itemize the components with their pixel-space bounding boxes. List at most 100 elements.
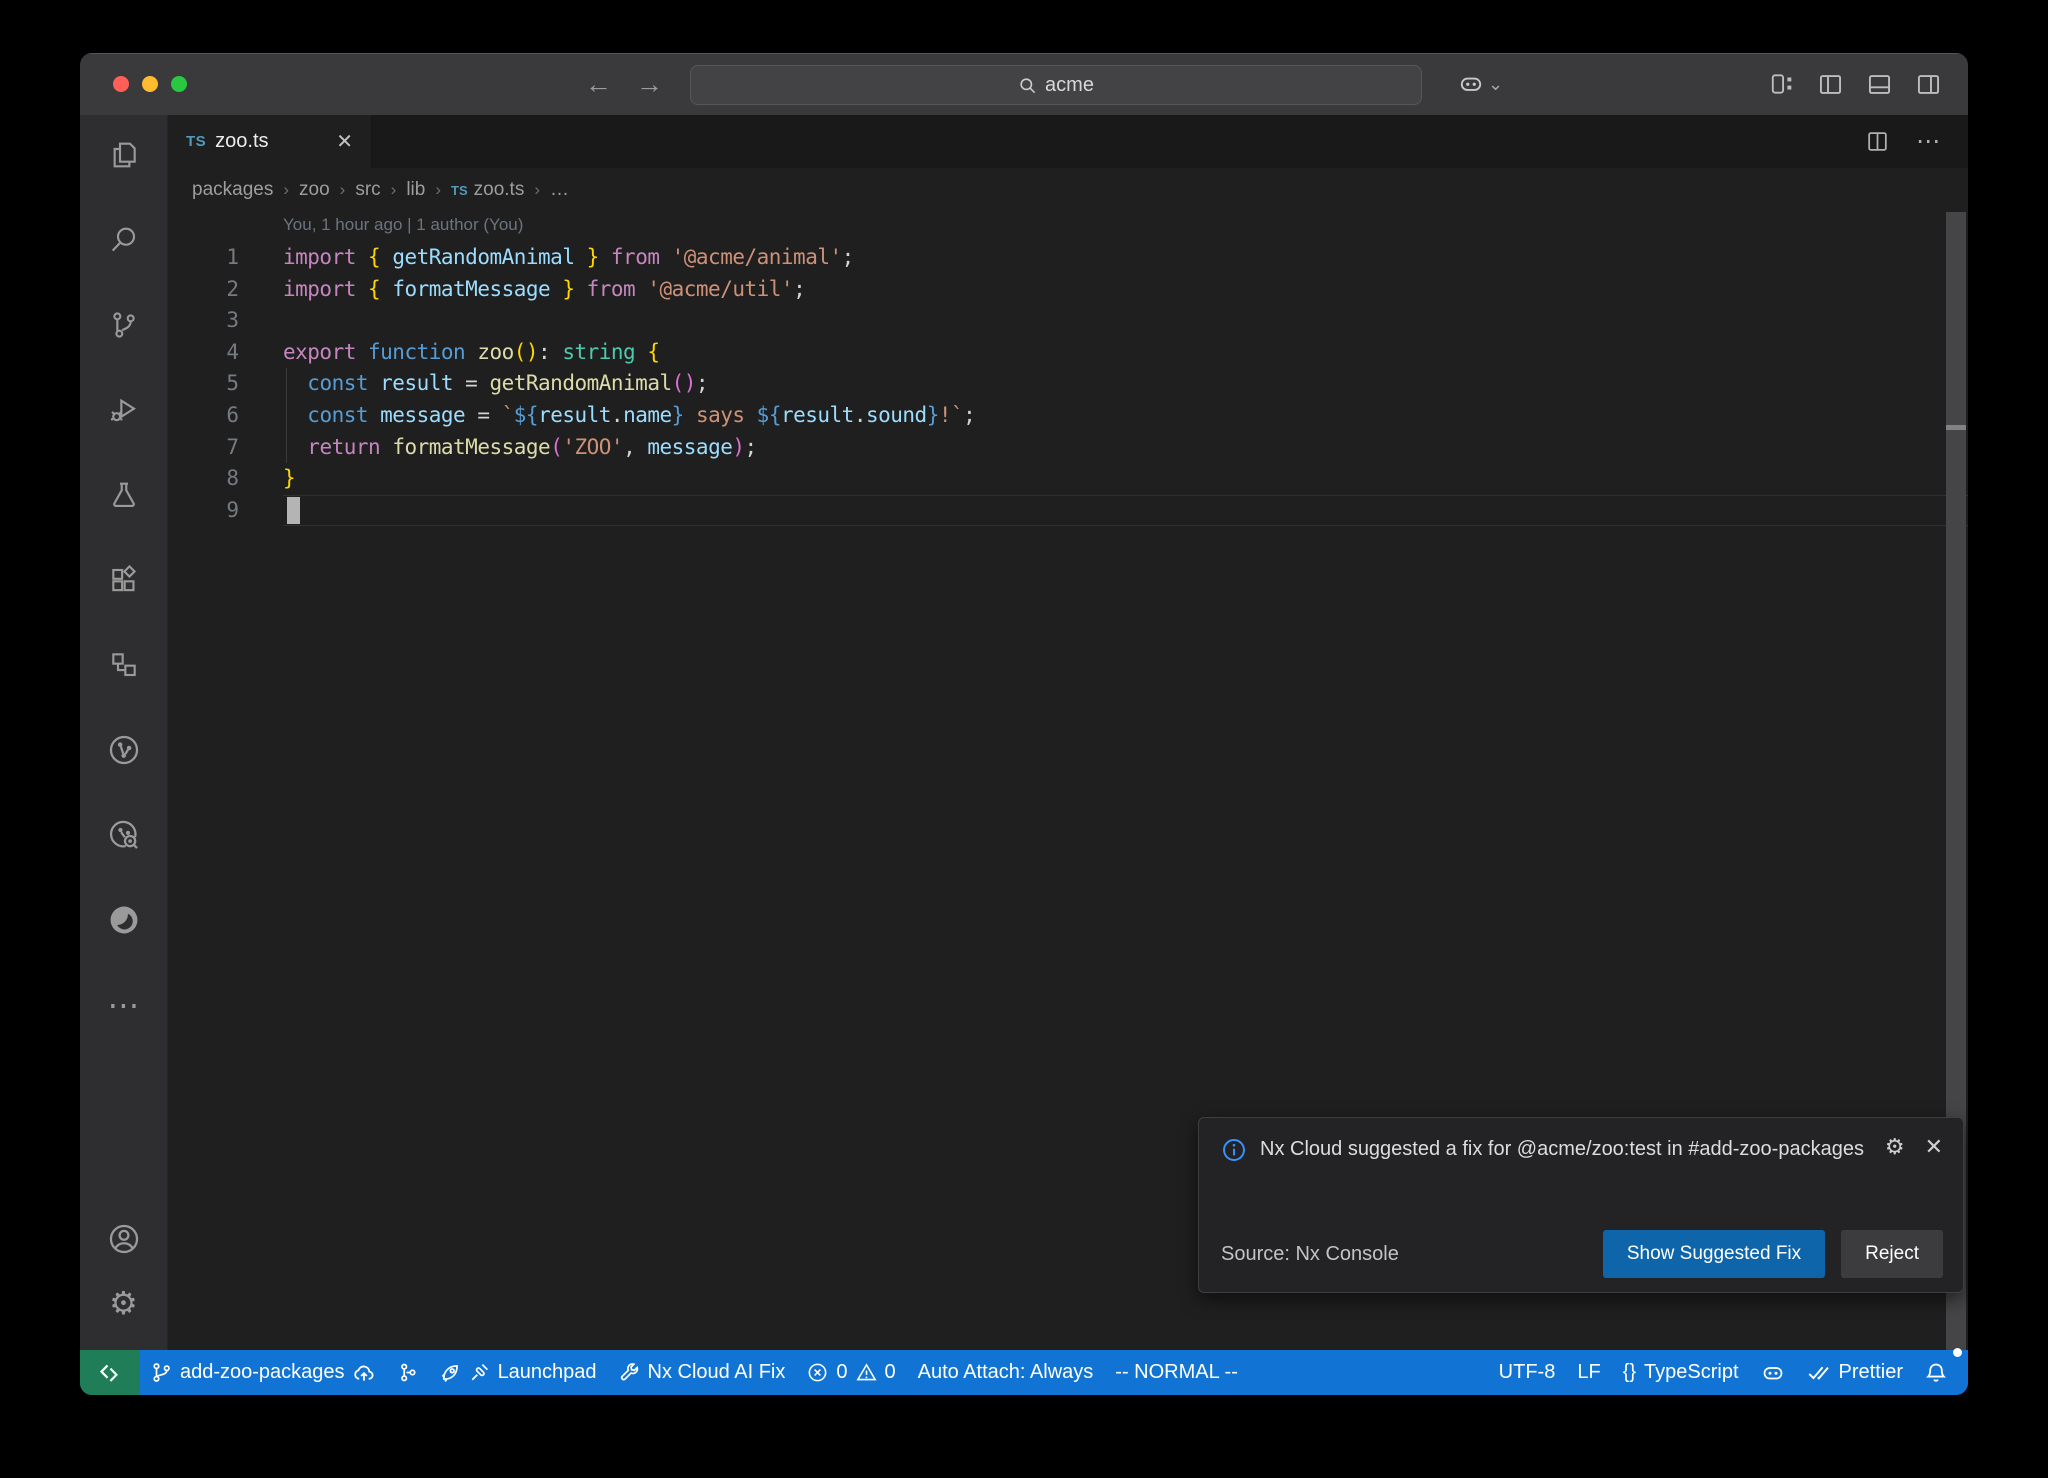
breadcrumb-separator: ›: [283, 180, 289, 200]
auto-attach-status-item[interactable]: Auto Attach: Always: [907, 1350, 1105, 1395]
code-lines: 1import { getRandomAnimal } from '@acme/…: [168, 242, 1968, 526]
breadcrumb-item[interactable]: lib: [406, 179, 425, 201]
language-status-item[interactable]: {} TypeScript: [1612, 1350, 1750, 1395]
branch-status-item[interactable]: add-zoo-packages: [140, 1350, 386, 1395]
error-count: 0: [836, 1361, 847, 1384]
chevron-down-icon: ⌄: [1488, 79, 1503, 89]
activity-bar: ⋯ ⚙: [80, 115, 168, 1350]
back-icon[interactable]: ←: [585, 69, 612, 100]
zoom-window-button[interactable]: [171, 76, 187, 92]
copilot-icon: [1458, 71, 1484, 97]
editor-more-actions-icon[interactable]: ⋯: [1916, 127, 1942, 156]
search-icon: [1018, 76, 1037, 95]
code-text: import { formatMessage } from '@acme/uti…: [283, 274, 805, 306]
code-line[interactable]: 9: [168, 495, 1968, 527]
language-label: TypeScript: [1644, 1361, 1738, 1384]
status-bar: add-zoo-packages: [80, 1350, 1968, 1395]
search-view-icon[interactable]: [107, 223, 141, 257]
line-number: 3: [168, 305, 283, 337]
extensions-icon[interactable]: [107, 563, 141, 597]
warning-count: 0: [885, 1361, 896, 1384]
code-line[interactable]: 8}: [168, 463, 1968, 495]
edge-browser-icon[interactable]: [107, 903, 141, 937]
launchpad-status-item[interactable]: Launchpad: [429, 1350, 608, 1395]
code-line[interactable]: 1import { getRandomAnimal } from '@acme/…: [168, 242, 1968, 274]
prettier-status-item[interactable]: Prettier: [1796, 1350, 1914, 1395]
code-line[interactable]: 4export function zoo(): string {: [168, 337, 1968, 369]
git-inspect-icon[interactable]: [107, 818, 141, 852]
code-text: const result = getRandomAnimal();: [283, 368, 708, 400]
breadcrumb-item[interactable]: TSzoo.ts: [451, 179, 524, 201]
source-control-branch-icon: [151, 1362, 172, 1383]
code-line[interactable]: 7 return formatMessage('ZOO', message);: [168, 432, 1968, 464]
line-number: 5: [168, 368, 283, 400]
breadcrumb-item[interactable]: src: [355, 179, 380, 201]
notification-badge-dot: [1953, 1348, 1962, 1357]
command-center-search[interactable]: acme: [690, 65, 1422, 105]
code-line[interactable]: 2import { formatMessage } from '@acme/ut…: [168, 274, 1968, 306]
nx-console-icon[interactable]: [107, 648, 141, 682]
tab-close-icon[interactable]: ✕: [336, 129, 353, 154]
title-bar: ← → acme ⌄: [80, 53, 1968, 115]
code-line[interactable]: 6 const message = `${result.name} says $…: [168, 400, 1968, 432]
wrench-icon: [619, 1362, 640, 1383]
reject-button[interactable]: Reject: [1841, 1230, 1943, 1278]
account-icon[interactable]: [107, 1222, 141, 1256]
remote-indicator[interactable]: [80, 1350, 140, 1395]
code-text: import { getRandomAnimal } from '@acme/a…: [283, 242, 854, 274]
notification-settings-gear-icon[interactable]: ⚙: [1885, 1134, 1905, 1160]
customize-layout-icon[interactable]: [1769, 71, 1795, 97]
more-views-icon[interactable]: ⋯: [107, 988, 141, 1022]
tab-zoo-ts[interactable]: TS zoo.ts ✕: [168, 115, 372, 168]
breadcrumb-item[interactable]: …: [550, 179, 569, 201]
current-line-highlight: [283, 495, 1968, 527]
search-value: acme: [1045, 74, 1094, 97]
vim-mode-status-item[interactable]: -- NORMAL --: [1104, 1350, 1249, 1395]
source-control-icon[interactable]: [107, 308, 141, 342]
toggle-primary-sidebar-icon[interactable]: [1817, 71, 1844, 98]
launchpad-label: Launchpad: [498, 1361, 597, 1384]
nx-cloud-fix-label: Nx Cloud AI Fix: [648, 1361, 786, 1384]
indent-guide: [286, 368, 287, 400]
code-line[interactable]: 3: [168, 305, 1968, 337]
notification-close-icon[interactable]: ✕: [1925, 1134, 1943, 1160]
git-graph-status-item[interactable]: [386, 1350, 429, 1395]
vim-mode-label: -- NORMAL --: [1115, 1361, 1238, 1384]
branch-name: add-zoo-packages: [180, 1361, 345, 1384]
editor[interactable]: packages›zoo›src›lib›TSzoo.ts›… You, 1 h…: [168, 168, 1968, 1350]
rocket-icon: [440, 1362, 461, 1383]
copilot-status-icon: [1761, 1361, 1785, 1385]
eol-status-item[interactable]: LF: [1566, 1350, 1611, 1395]
indent-guide: [286, 432, 287, 464]
breadcrumb-item[interactable]: packages: [192, 179, 273, 201]
copilot-menu[interactable]: ⌄: [1458, 53, 1503, 115]
line-number: 7: [168, 432, 283, 464]
line-number: 4: [168, 337, 283, 369]
minimize-window-button[interactable]: [142, 76, 158, 92]
indent-guide: [286, 400, 287, 432]
explorer-icon[interactable]: [107, 138, 141, 172]
show-suggested-fix-button[interactable]: Show Suggested Fix: [1603, 1230, 1825, 1278]
split-editor-icon[interactable]: [1865, 129, 1890, 154]
code-line[interactable]: 5 const result = getRandomAnimal();: [168, 368, 1968, 400]
window-controls: [113, 53, 187, 115]
encoding-status-item[interactable]: UTF-8: [1488, 1350, 1567, 1395]
error-icon: [807, 1362, 828, 1383]
remote-icon: [99, 1362, 121, 1384]
git-blame-annotation[interactable]: You, 1 hour ago | 1 author (You): [168, 212, 1968, 242]
testing-icon[interactable]: [107, 478, 141, 512]
run-and-debug-icon[interactable]: [107, 393, 141, 427]
toggle-secondary-sidebar-icon[interactable]: [1915, 71, 1942, 98]
braces-icon: {}: [1623, 1361, 1636, 1384]
git-graph-view-icon[interactable]: [107, 733, 141, 767]
problems-status-item[interactable]: 0 0: [796, 1350, 906, 1395]
close-window-button[interactable]: [113, 76, 129, 92]
copilot-status-item[interactable]: [1750, 1350, 1796, 1395]
notification-source: Source: Nx Console: [1221, 1243, 1399, 1266]
toggle-panel-icon[interactable]: [1866, 71, 1893, 98]
breadcrumb-item[interactable]: zoo: [299, 179, 330, 201]
nx-cloud-fix-status-item[interactable]: Nx Cloud AI Fix: [608, 1350, 797, 1395]
settings-gear-icon[interactable]: ⚙: [107, 1286, 141, 1320]
notifications-bell[interactable]: [1914, 1350, 1958, 1395]
forward-icon[interactable]: →: [636, 69, 663, 100]
